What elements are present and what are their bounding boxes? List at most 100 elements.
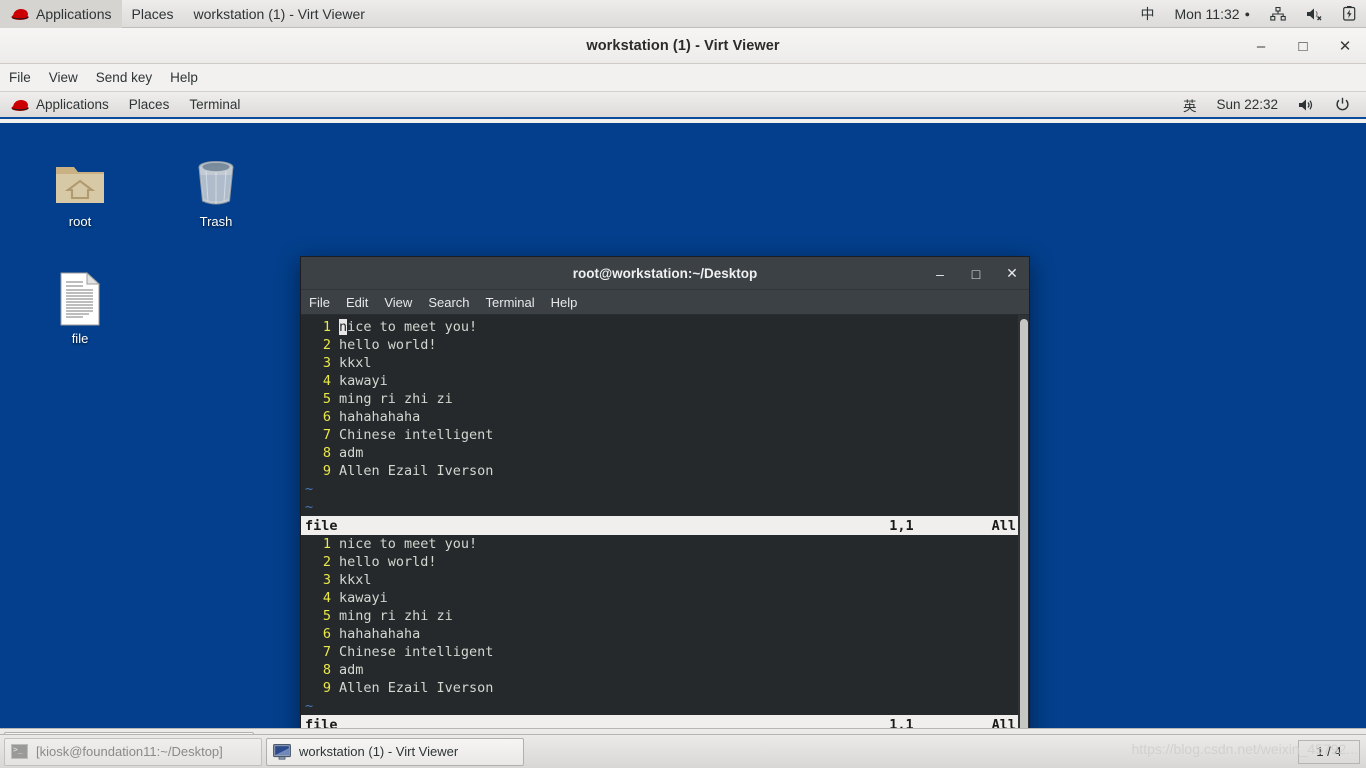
vim-top-text-4: kawayi	[339, 373, 388, 389]
host-network-icon[interactable]	[1260, 0, 1296, 28]
guest-input-method-indicator[interactable]: 英	[1173, 92, 1207, 117]
vim-top-text-8: adm	[339, 445, 364, 461]
vim-bot-lnum-9: 9	[322, 680, 331, 696]
vim-top-lnum-8: 8	[322, 445, 331, 461]
vim-bot-line-3: 3 kkxl	[301, 571, 1029, 589]
vim-top-line-8: 8 adm	[301, 444, 1029, 462]
guest-volume-icon[interactable]	[1288, 92, 1325, 117]
vim-bot-text-3: kkxl	[339, 572, 372, 588]
vv-menu-send-key[interactable]: Send key	[87, 64, 161, 92]
guest-places-menu[interactable]: Places	[119, 92, 180, 117]
host-task-virt-viewer[interactable]: workstation (1) - Virt Viewer	[266, 737, 524, 766]
vim-top-lnum-1: 1	[322, 319, 331, 335]
host-panel-tray: 中 Mon 11:32 ●	[1130, 0, 1366, 28]
guest-power-icon[interactable]	[1325, 92, 1360, 117]
host-window-title-item[interactable]: workstation (1) - Virt Viewer	[184, 0, 375, 28]
guest-input-method-label: 英	[1182, 98, 1197, 114]
virt-viewer-window-buttons: – □ ✕	[1250, 28, 1356, 64]
terminal-maximize-button[interactable]: □	[967, 266, 985, 282]
desktop-icon-file-label: file	[71, 331, 89, 346]
virt-viewer-titlebar[interactable]: workstation (1) - Virt Viewer – □ ✕	[0, 28, 1366, 64]
term-menu-view[interactable]: View	[376, 290, 420, 315]
vim-top-text-3: kkxl	[339, 355, 372, 371]
host-clock[interactable]: Mon 11:32 ●	[1164, 0, 1260, 28]
vim-bot-line-2: 2 hello world!	[301, 553, 1029, 571]
term-menu-help[interactable]: Help	[543, 290, 586, 315]
term-menu-search[interactable]: Search	[420, 290, 477, 315]
term-menu-edit[interactable]: Edit	[338, 290, 376, 315]
term-menu-file-label: File	[309, 294, 330, 310]
vim-bot-lnum-2: 2	[322, 554, 331, 570]
vv-menu-help[interactable]: Help	[161, 64, 207, 92]
host-clock-label: Mon 11:32	[1174, 5, 1240, 22]
host-speaker-muted-icon[interactable]	[1296, 0, 1333, 28]
vv-menu-view[interactable]: View	[40, 64, 87, 92]
terminal-close-button[interactable]: ✕	[1003, 265, 1021, 282]
terminal-icon: >_	[11, 744, 28, 759]
guest-desktop[interactable]: root Trash file root@workstation:~/Deskt…	[0, 123, 1366, 728]
terminal-scrollbar[interactable]	[1018, 315, 1029, 728]
desktop-icon-trash[interactable]: Trash	[166, 151, 266, 229]
vim-top-lnum-7: 7	[322, 427, 331, 443]
guest-applications-label: Applications	[36, 97, 109, 112]
vim-top-lnum-5: 5	[322, 391, 331, 407]
term-menu-terminal[interactable]: Terminal	[478, 290, 543, 315]
guest-redhat-logo-icon	[10, 98, 30, 112]
desktop-icon-file[interactable]: file	[30, 268, 130, 346]
vim-top-text-5: ming ri zhi zi	[339, 391, 453, 407]
vim-statusline-top-filename: file	[305, 517, 338, 534]
redhat-logo-icon	[10, 7, 30, 21]
term-menu-terminal-label: Terminal	[485, 294, 535, 310]
vim-bot-tilde-1: ~	[305, 698, 314, 714]
vim-top-line-1: 1 nice to meet you!	[301, 318, 1029, 336]
home-folder-icon	[30, 151, 130, 209]
guest-terminal-menu[interactable]: Terminal	[179, 92, 250, 117]
terminal-body[interactable]: 1 nice to meet you! 2 hello world! 3 kkxl 4…	[301, 315, 1029, 728]
vim-bot-lnum-5: 5	[322, 608, 331, 624]
term-menu-file[interactable]: File	[301, 290, 338, 315]
monitor-icon	[273, 743, 291, 760]
host-applications-menu[interactable]: Applications	[0, 0, 122, 28]
host-battery-charging-icon[interactable]	[1333, 0, 1366, 28]
vim-top-line-5: 5 ming ri zhi zi	[301, 390, 1029, 408]
vim-statusline-bottom-position: 1,1	[889, 716, 914, 729]
vv-menu-help-label: Help	[170, 70, 198, 85]
vim-top-text-7: Chinese intelligent	[339, 427, 494, 443]
virt-viewer-minimize-button[interactable]: –	[1250, 35, 1272, 57]
terminal-titlebar[interactable]: root@workstation:~/Desktop – □ ✕	[301, 257, 1029, 290]
vim-top-text-2: hello world!	[339, 337, 437, 353]
guest-top-panel: Applications Places Terminal 英 Sun 22:32	[0, 92, 1366, 119]
vim-top-lnum-6: 6	[322, 409, 331, 425]
vim-top-lnum-2: 2	[322, 337, 331, 353]
desktop-icon-root-label: root	[68, 214, 92, 229]
guest-clock[interactable]: Sun 22:32	[1206, 92, 1288, 117]
host-places-label: Places	[131, 5, 174, 22]
vv-menu-file-label: File	[9, 70, 31, 85]
host-places-menu[interactable]: Places	[122, 0, 184, 28]
vim-bot-lnum-7: 7	[322, 644, 331, 660]
term-menu-help-label: Help	[550, 294, 578, 310]
vim-top-lnum-9: 9	[322, 463, 331, 479]
vim-statusline-bottom-filename: file	[305, 716, 338, 729]
vv-menu-file[interactable]: File	[0, 64, 40, 92]
virt-viewer-menubar: File View Send key Help	[0, 64, 1366, 92]
vim-pane-top[interactable]: 1 nice to meet you! 2 hello world! 3 kkxl 4…	[301, 318, 1029, 516]
guest-applications-menu[interactable]: Applications	[0, 92, 119, 117]
virt-viewer-maximize-button[interactable]: □	[1292, 35, 1314, 57]
vim-top-tilde-1: ~	[305, 481, 314, 497]
vim-bot-lnum-4: 4	[322, 590, 331, 606]
host-task-kiosk-terminal[interactable]: >_ [kiosk@foundation11:~/Desktop]	[4, 737, 262, 766]
host-input-method-indicator[interactable]: 中	[1130, 0, 1164, 28]
vim-pane-bottom[interactable]: 1 nice to meet you! 2 hello world! 3 kkxl 4…	[301, 535, 1029, 715]
terminal-scrollbar-thumb[interactable]	[1020, 319, 1028, 728]
vim-top-tilde-2: ~	[305, 499, 314, 515]
virt-viewer-close-button[interactable]: ✕	[1334, 35, 1356, 57]
host-task-kiosk-label: [kiosk@foundation11:~/Desktop]	[36, 744, 223, 759]
host-workspace-switcher[interactable]: 1 / 4	[1298, 739, 1360, 764]
desktop-icon-root[interactable]: root	[30, 151, 130, 229]
host-window-title-label: workstation (1) - Virt Viewer	[193, 5, 365, 22]
vim-bot-text-8: adm	[339, 662, 364, 678]
vim-bot-text-4: kawayi	[339, 590, 388, 606]
terminal-minimize-button[interactable]: –	[931, 266, 949, 282]
vv-menu-send-key-label: Send key	[95, 70, 153, 85]
